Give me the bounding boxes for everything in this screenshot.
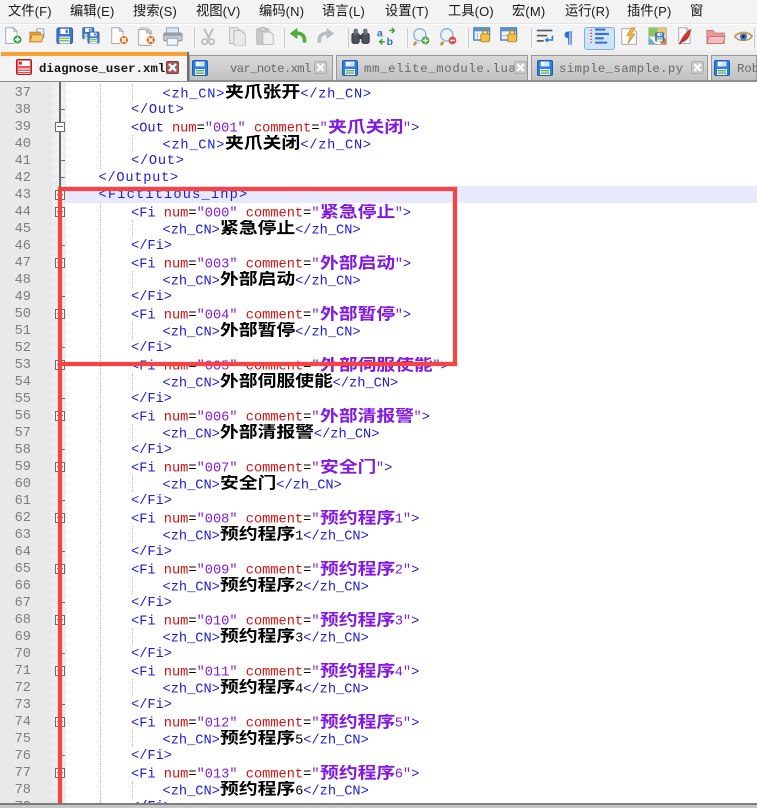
svg-text:b: b — [387, 37, 393, 46]
svg-text:a: a — [377, 29, 383, 40]
svg-text:¶: ¶ — [564, 28, 573, 46]
